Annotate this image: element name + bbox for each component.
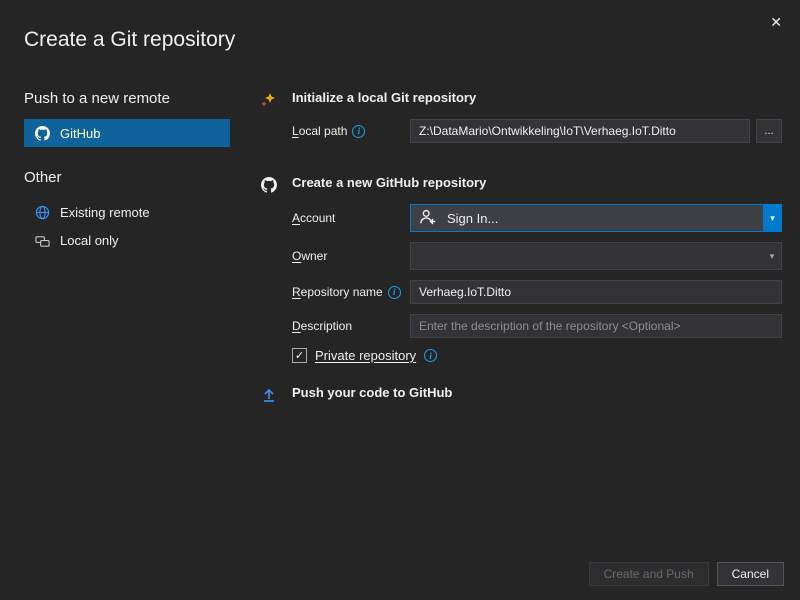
section-push: Push your code to GitHub (260, 385, 782, 414)
local-path-input[interactable] (410, 119, 750, 143)
owner-label: Owner (292, 249, 410, 263)
signin-label: Sign In... (447, 211, 498, 226)
github-icon (260, 176, 278, 194)
github-icon (34, 125, 50, 141)
section-title-github: Create a new GitHub repository (292, 175, 782, 190)
local-icon (34, 232, 50, 248)
info-icon[interactable]: i (388, 286, 401, 299)
cancel-button[interactable]: Cancel (717, 562, 784, 586)
account-label: Account (292, 211, 410, 225)
chevron-down-icon: ▾ (763, 205, 781, 231)
private-label: Private repository (315, 348, 416, 363)
main-content: Push to a new remote GitHub Other Existi… (0, 52, 800, 436)
close-button[interactable]: ✕ (770, 14, 782, 31)
globe-icon (34, 204, 50, 220)
repo-name-input[interactable] (410, 280, 782, 304)
info-icon[interactable]: i (424, 349, 437, 362)
private-checkbox[interactable]: ✓ (292, 348, 307, 363)
sidebar-item-label: Existing remote (60, 205, 150, 220)
browse-button[interactable]: ... (756, 119, 782, 143)
owner-dropdown[interactable]: ▾ (410, 242, 782, 270)
sidebar-heading-push: Push to a new remote (24, 90, 230, 107)
section-title-initialize: Initialize a local Git repository (292, 90, 782, 105)
account-dropdown[interactable]: Sign In... ▾ (410, 204, 782, 232)
sidebar-item-existing-remote[interactable]: Existing remote (24, 198, 230, 226)
sidebar-item-local-only[interactable]: Local only (24, 226, 230, 254)
sidebar-item-label: Local only (60, 233, 119, 248)
create-and-push-button: Create and Push (589, 562, 709, 586)
sidebar-item-label: GitHub (60, 126, 100, 141)
info-icon[interactable]: i (352, 125, 365, 138)
sidebar: Push to a new remote GitHub Other Existi… (24, 90, 230, 436)
section-initialize: Initialize a local Git repository Local … (260, 90, 782, 153)
sidebar-item-github[interactable]: GitHub (24, 119, 230, 147)
description-label: Description (292, 319, 410, 333)
footer-buttons: Create and Push Cancel (589, 562, 784, 586)
upload-icon (260, 386, 278, 404)
chevron-down-icon: ▾ (763, 243, 781, 269)
repo-name-label: Repository name i (292, 285, 410, 299)
sidebar-heading-other: Other (24, 169, 230, 186)
section-title-push: Push your code to GitHub (292, 385, 782, 400)
section-github: Create a new GitHub repository Account S… (260, 175, 782, 363)
dialog-title: Create a Git repository (0, 0, 800, 52)
local-path-label: Local path i (292, 124, 410, 138)
sparkle-icon (260, 91, 278, 109)
content-pane: Initialize a local Git repository Local … (230, 90, 782, 436)
person-add-icon (419, 208, 437, 229)
description-input[interactable] (410, 314, 782, 338)
